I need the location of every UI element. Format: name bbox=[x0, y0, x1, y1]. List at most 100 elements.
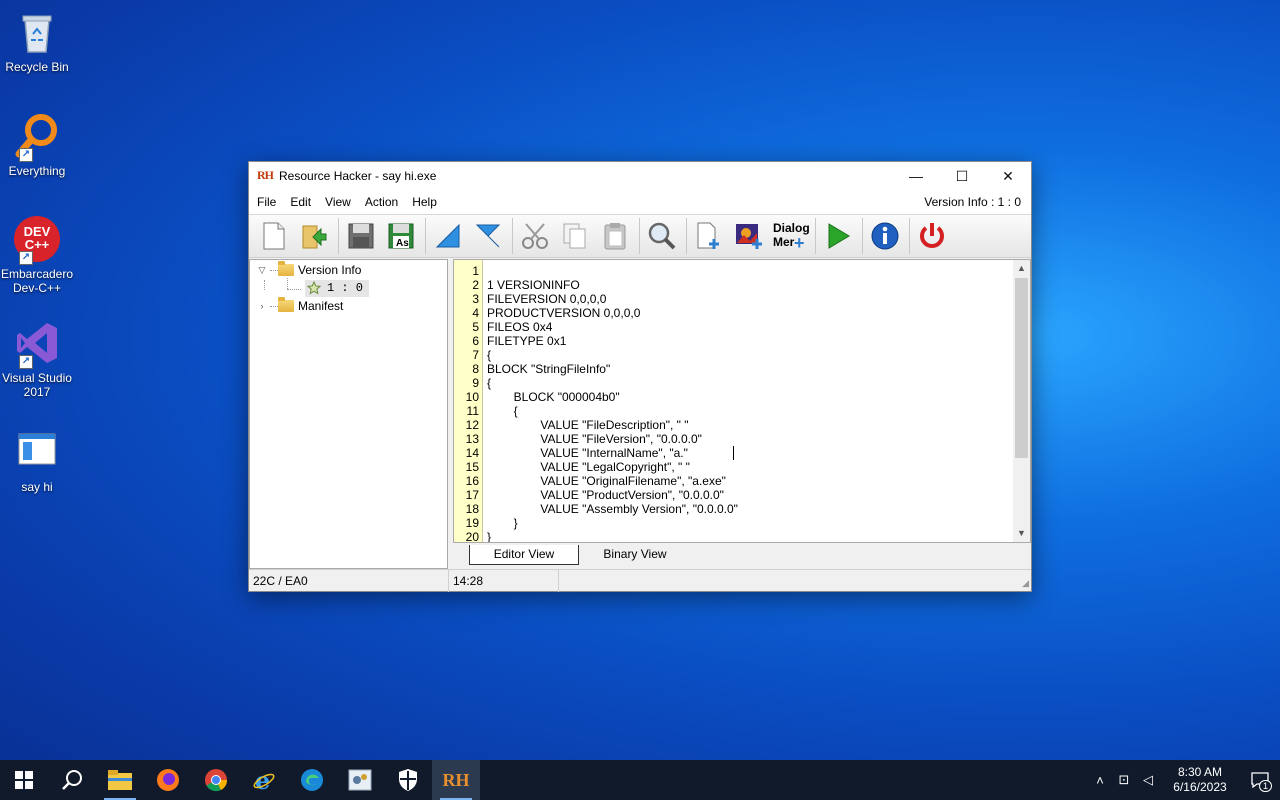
code-editor[interactable]: 1 2 3 4 5 6 7 8 9 10 11 12 13 14 15 16 17 18 19 20 1 VERSIO… bbox=[453, 259, 1031, 543]
code-line: { bbox=[487, 376, 492, 390]
shortcut-arrow-icon: ↗ bbox=[19, 148, 33, 162]
code-text-area[interactable]: 1 VERSIONINFO FILEVERSION 0,0,0,0 PRODUCTV… bbox=[487, 260, 1012, 542]
line-number: 4 bbox=[472, 306, 479, 320]
menu-edit[interactable]: Edit bbox=[283, 195, 318, 209]
tree-leaf-selected[interactable]: 1 : 0 bbox=[305, 279, 370, 297]
find-icon[interactable] bbox=[643, 217, 681, 255]
tree-line bbox=[264, 280, 265, 290]
copy-icon[interactable] bbox=[556, 217, 594, 255]
run-script-icon[interactable] bbox=[819, 217, 857, 255]
desktop-icon-recycle-bin[interactable]: Recycle Bin bbox=[0, 8, 74, 74]
desktop-icon-dev-cpp[interactable]: DEV C++ ↗ Embarcadero Dev-C++ bbox=[0, 215, 74, 295]
code-line: BLOCK "000004b0" bbox=[487, 390, 620, 404]
magnifier-icon: ↗ bbox=[13, 112, 61, 162]
add-resource-icon[interactable] bbox=[690, 217, 728, 255]
taskbar: e RH ˄ ⊡ ◁ 8:30 AM 6/16/2023 1 bbox=[0, 760, 1280, 800]
file-explorer-icon[interactable] bbox=[96, 760, 144, 800]
text-cursor bbox=[733, 446, 734, 460]
exit-icon[interactable] bbox=[913, 217, 951, 255]
save-icon[interactable] bbox=[342, 217, 380, 255]
search-icon[interactable] bbox=[48, 760, 96, 800]
exe-file-icon bbox=[13, 428, 61, 476]
security-icon[interactable] bbox=[384, 760, 432, 800]
chevron-up-icon[interactable]: ˄ bbox=[1088, 773, 1112, 788]
line-number: 1 bbox=[472, 264, 479, 278]
code-line: FILEVERSION 0,0,0,0 bbox=[487, 292, 607, 306]
scrollbar-thumb[interactable] bbox=[1015, 278, 1028, 458]
clock[interactable]: 8:30 AM 6/16/2023 bbox=[1164, 765, 1236, 795]
new-file-icon[interactable] bbox=[255, 217, 293, 255]
line-number: 16 bbox=[465, 474, 479, 488]
control-panel-icon[interactable] bbox=[336, 760, 384, 800]
line-number: 12 bbox=[465, 418, 479, 432]
resource-tree[interactable]: ▽ Version Info 1 : 0 › Manifest bbox=[249, 259, 448, 569]
resize-grip-icon[interactable]: ◢ bbox=[1022, 578, 1029, 589]
folder-open-icon bbox=[278, 261, 294, 276]
title-bar[interactable]: RH Resource Hacker - say hi.exe — ☐ ✕ bbox=[249, 162, 1031, 190]
code-line: BLOCK "StringFileInfo" bbox=[487, 362, 611, 376]
add-image-icon[interactable] bbox=[730, 217, 768, 255]
edge-icon[interactable] bbox=[288, 760, 336, 800]
line-number: 5 bbox=[472, 320, 479, 334]
network-icon[interactable]: ⊡ bbox=[1112, 772, 1136, 788]
plus-icon: + bbox=[794, 233, 805, 253]
tab-editor-view[interactable]: Editor View bbox=[469, 545, 579, 565]
desktop-icon-everything[interactable]: ↗ Everything bbox=[0, 112, 74, 178]
code-line: VALUE "LegalCopyright", " " bbox=[487, 460, 690, 474]
dialog-merge-icon[interactable]: Dialog Mer + bbox=[770, 217, 810, 255]
chevron-right-icon[interactable]: › bbox=[256, 301, 268, 311]
desktop-icon-label: say hi bbox=[21, 480, 53, 494]
scroll-down-icon[interactable]: ▼ bbox=[1013, 525, 1030, 542]
toolbar-separator bbox=[862, 218, 863, 254]
paste-icon[interactable] bbox=[596, 217, 634, 255]
tree-line bbox=[287, 278, 288, 289]
code-line: PRODUCTVERSION 0,0,0,0 bbox=[487, 306, 641, 320]
volume-muted-icon[interactable]: ◁ bbox=[1136, 772, 1160, 788]
status-offset: 22C / EA0 bbox=[249, 569, 449, 592]
code-line: VALUE "Assembly Version", "0.0.0.0" bbox=[487, 502, 738, 516]
line-number: 18 bbox=[465, 502, 479, 516]
vertical-scrollbar[interactable]: ▲ ▼ bbox=[1013, 260, 1030, 542]
line-number-gutter: 1 2 3 4 5 6 7 8 9 10 11 12 13 14 15 16 17 18 19 20 bbox=[454, 260, 483, 542]
menu-file[interactable]: File bbox=[250, 195, 283, 209]
scroll-up-icon[interactable]: ▲ bbox=[1013, 260, 1030, 277]
tree-line bbox=[287, 289, 301, 290]
desktop-icon-label: Embarcadero Dev-C++ bbox=[0, 267, 74, 295]
line-number: 11 bbox=[466, 404, 479, 418]
toolbar-separator bbox=[909, 218, 910, 254]
start-icon[interactable] bbox=[0, 760, 48, 800]
line-number: 20 bbox=[465, 530, 479, 543]
shortcut-arrow-icon: ↗ bbox=[19, 355, 33, 369]
tree-item-version-info[interactable]: ▽ Version Info bbox=[256, 261, 361, 279]
menu-action[interactable]: Action bbox=[358, 195, 405, 209]
desktop-icon-visual-studio[interactable]: ↗ Visual Studio 2017 bbox=[0, 319, 74, 399]
save-as-icon[interactable]: As bbox=[382, 217, 420, 255]
about-icon[interactable] bbox=[866, 217, 904, 255]
desktop-icon-label: Everything bbox=[8, 164, 66, 178]
cut-icon[interactable] bbox=[516, 217, 554, 255]
desktop-icon-say-hi[interactable]: say hi bbox=[0, 428, 74, 494]
ie-icon[interactable]: e bbox=[240, 760, 288, 800]
chrome-icon[interactable] bbox=[192, 760, 240, 800]
menu-bar: File Edit View Action Help Version Info … bbox=[249, 190, 1031, 214]
content-area: ▽ Version Info 1 : 0 › Manifest 12345678… bbox=[249, 259, 1031, 569]
open-file-icon[interactable] bbox=[295, 217, 333, 255]
tree-item-manifest[interactable]: › Manifest bbox=[256, 297, 343, 315]
notification-icon[interactable]: 1 bbox=[1240, 760, 1280, 800]
minimize-button[interactable]: — bbox=[893, 162, 939, 190]
resource-hacker-icon[interactable]: RH bbox=[432, 760, 480, 800]
back-arrow-icon[interactable] bbox=[429, 217, 467, 255]
tab-binary-view[interactable]: Binary View bbox=[585, 545, 685, 565]
clock-time: 8:30 AM bbox=[1177, 765, 1223, 779]
tree-item-leaf[interactable]: 1 : 0 bbox=[305, 279, 370, 297]
close-button[interactable]: ✕ bbox=[985, 162, 1031, 190]
maximize-button[interactable]: ☐ bbox=[939, 162, 985, 190]
status-position: 14:28 bbox=[449, 569, 559, 592]
menu-view[interactable]: View bbox=[318, 195, 358, 209]
forward-arrow-icon[interactable] bbox=[469, 217, 507, 255]
line-number: 2 bbox=[472, 278, 479, 292]
resource-hacker-window: RH Resource Hacker - say hi.exe — ☐ ✕ Fi… bbox=[248, 161, 1032, 592]
menu-help[interactable]: Help bbox=[405, 195, 444, 209]
chevron-down-icon[interactable]: ▽ bbox=[256, 265, 268, 276]
firefox-icon[interactable] bbox=[144, 760, 192, 800]
